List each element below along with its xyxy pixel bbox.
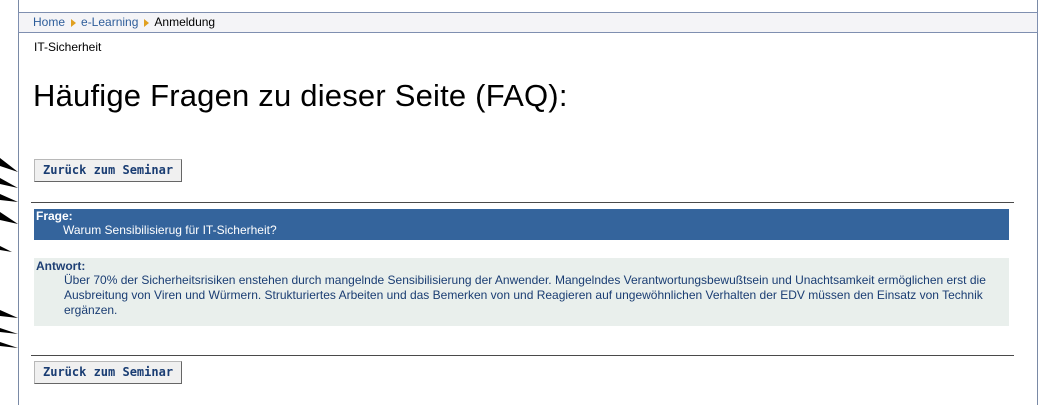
decorative-arrows bbox=[0, 158, 18, 348]
page-title: Häufige Fragen zu dieser Seite (FAQ): bbox=[33, 78, 568, 113]
question-label: Frage: bbox=[36, 209, 73, 223]
section-label: IT-Sicherheit bbox=[34, 40, 102, 54]
answer-text: Über 70% der Sicherheitsrisiken enstehen… bbox=[64, 273, 986, 317]
question-text: Warum Sensibilisierug für IT-Sicherheit? bbox=[63, 223, 277, 237]
divider bbox=[31, 355, 1014, 356]
back-to-seminar-button-top[interactable]: Zurück zum Seminar bbox=[34, 159, 183, 182]
breadcrumb-arrow-icon bbox=[71, 18, 77, 27]
breadcrumb: Home e-Learning Anmeldung bbox=[18, 12, 1038, 33]
breadcrumb-home-link[interactable]: Home bbox=[33, 15, 65, 29]
answer-label: Antwort: bbox=[36, 259, 86, 273]
breadcrumb-elearning-link[interactable]: e-Learning bbox=[81, 15, 138, 29]
divider bbox=[31, 202, 1014, 203]
faq-question-box: Frage: Warum Sensibilisierug für IT-Sich… bbox=[34, 209, 1009, 240]
breadcrumb-arrow-icon bbox=[144, 18, 150, 27]
faq-answer-box: Antwort: Über 70% der Sicherheitsrisiken… bbox=[34, 258, 1009, 326]
back-to-seminar-button-bottom[interactable]: Zurück zum Seminar bbox=[34, 361, 183, 384]
breadcrumb-current: Anmeldung bbox=[154, 15, 216, 29]
